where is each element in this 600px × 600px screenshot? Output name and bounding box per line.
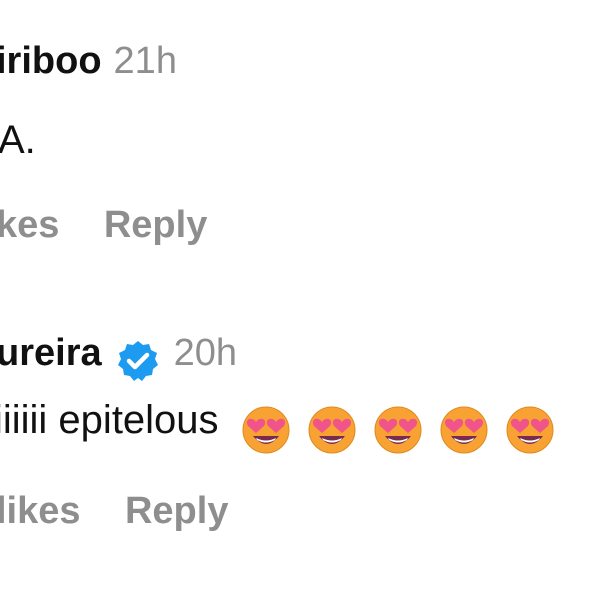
comment-text: iiiiii epitelous	[0, 398, 557, 456]
likes-button[interactable]: kes	[0, 204, 59, 246]
reply-button[interactable]: Reply	[104, 204, 207, 246]
timestamp[interactable]: 21h	[114, 40, 177, 82]
comment-body: iiiiii epitelous	[0, 398, 219, 442]
heart-eyes-emoji-icon	[503, 402, 557, 456]
comment-text: A.	[0, 118, 36, 163]
likes-button[interactable]: likes	[0, 490, 81, 532]
heart-eyes-emoji-icon	[305, 402, 359, 456]
heart-eyes-emoji-icon	[437, 402, 491, 456]
comment-actions: likes Reply	[0, 490, 228, 533]
comment-body: A.	[0, 118, 36, 162]
verified-badge-icon	[116, 339, 160, 383]
timestamp[interactable]: 20h	[174, 332, 237, 374]
reply-button[interactable]: Reply	[125, 490, 228, 532]
comment-header: iriboo 21h	[0, 40, 177, 83]
heart-eyes-emoji-icon	[239, 402, 293, 456]
comment-header: ureira 20h	[0, 332, 237, 383]
username[interactable]: ureira	[0, 332, 102, 374]
comment-actions: kes Reply	[0, 204, 207, 247]
username[interactable]: iriboo	[0, 40, 102, 82]
heart-eyes-emoji-icon	[371, 402, 425, 456]
emoji-strip	[239, 402, 557, 456]
